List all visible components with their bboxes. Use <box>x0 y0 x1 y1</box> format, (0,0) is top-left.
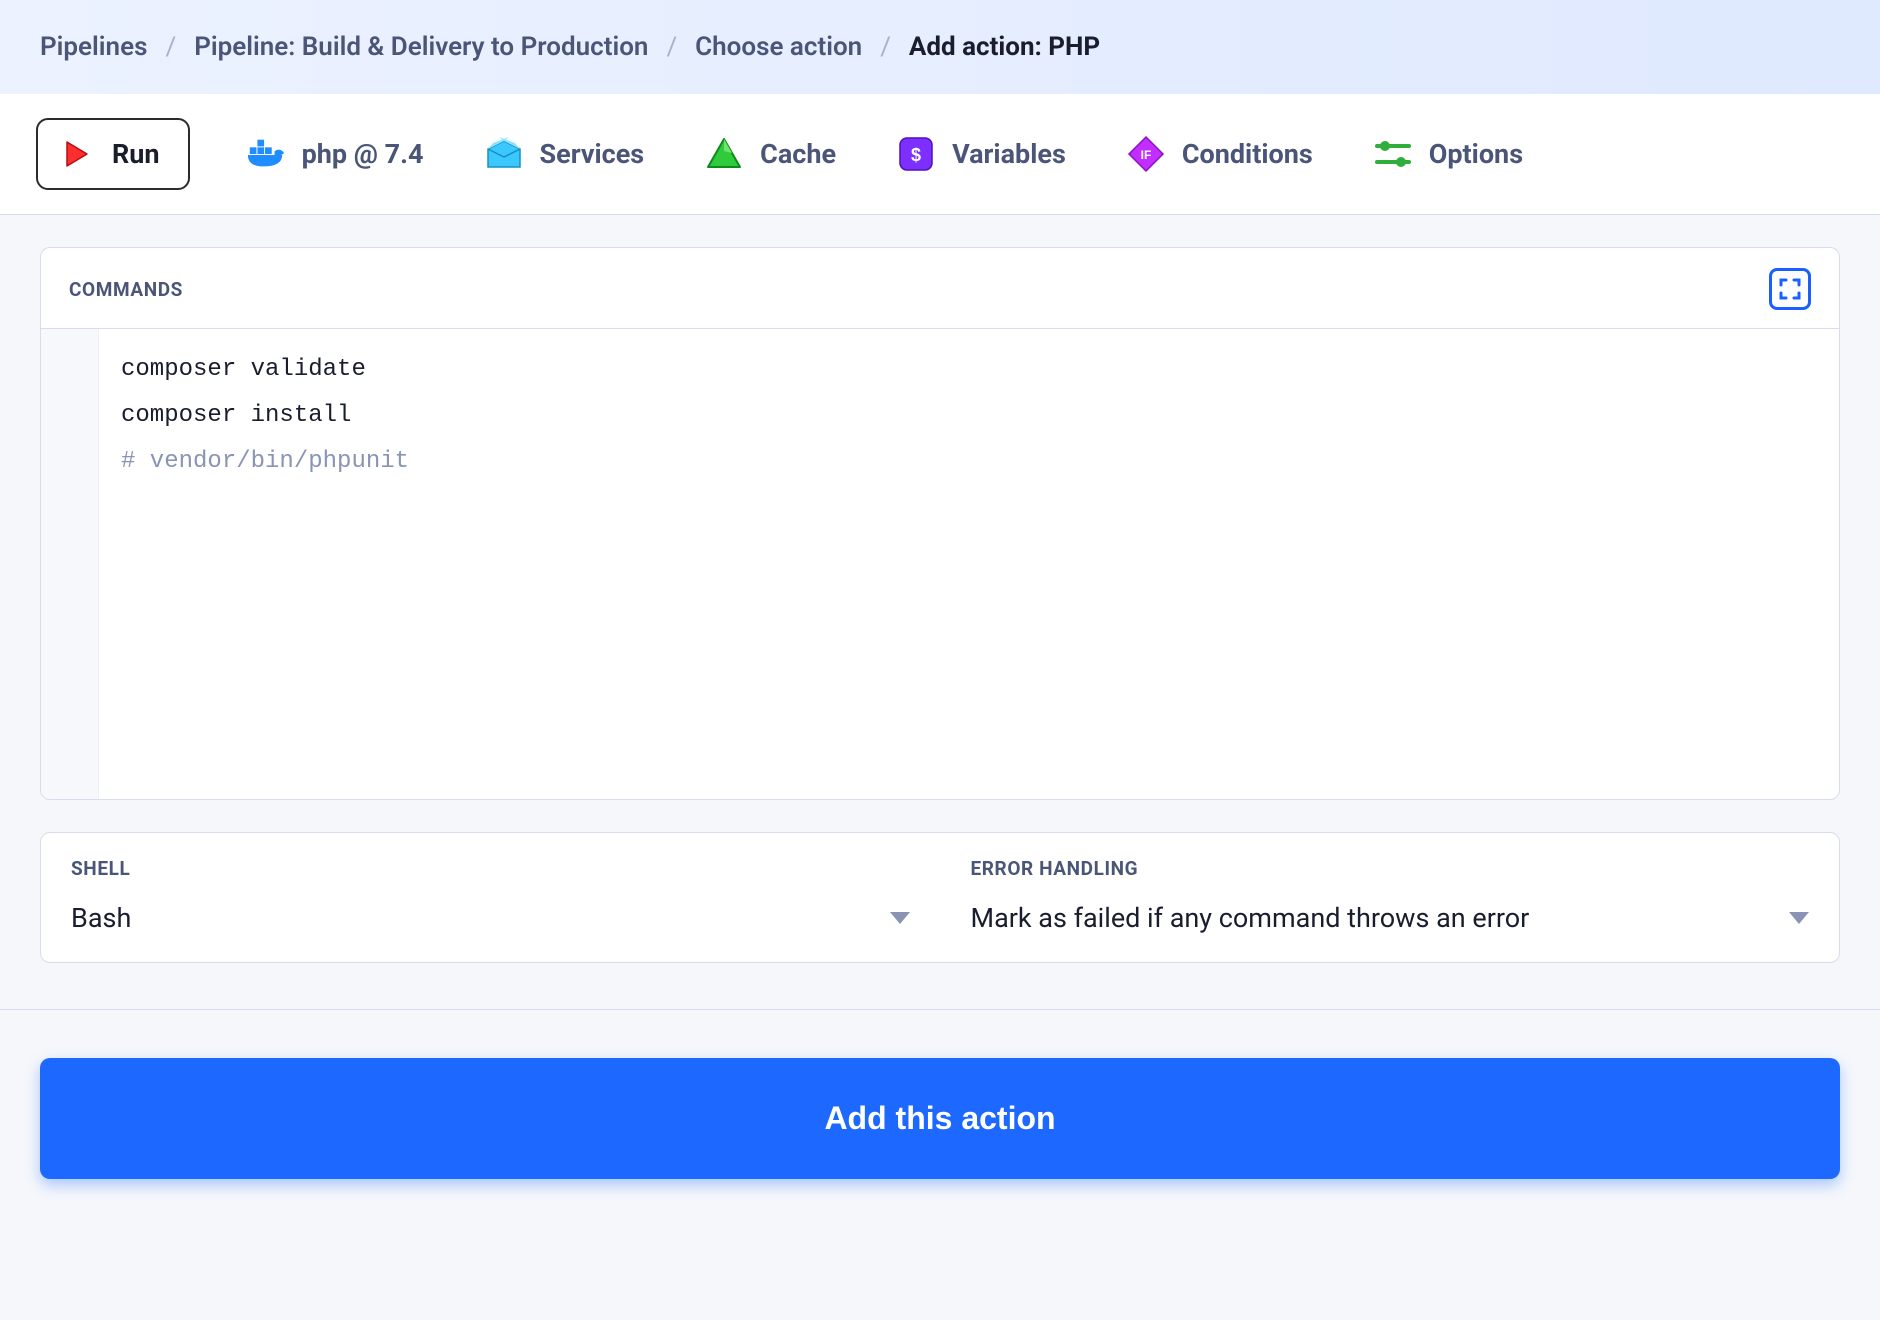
breadcrumb-separator: / <box>165 32 176 62</box>
shell-label: SHELL <box>71 857 910 880</box>
footer: Add this action <box>0 1009 1880 1227</box>
triangle-icon <box>704 134 744 174</box>
breadcrumb-pipelines[interactable]: Pipelines <box>40 32 147 62</box>
tab-options[interactable]: Options <box>1369 130 1527 178</box>
tab-label: Cache <box>760 138 836 170</box>
chevron-down-icon <box>1789 912 1809 924</box>
shell-select[interactable]: Bash <box>71 902 910 934</box>
shell-error-panel: SHELL Bash ERROR HANDLING Mark as failed… <box>40 832 1840 963</box>
commands-label: COMMANDS <box>69 278 183 301</box>
play-icon <box>56 134 96 174</box>
tab-label: Conditions <box>1182 138 1313 170</box>
diamond-if-icon: IF <box>1126 134 1166 174</box>
tab-conditions[interactable]: IF Conditions <box>1122 130 1317 178</box>
tab-label: Options <box>1429 138 1523 170</box>
add-action-button[interactable]: Add this action <box>40 1058 1840 1179</box>
breadcrumb-separator: / <box>666 32 677 62</box>
sliders-icon <box>1373 134 1413 174</box>
dollar-square-icon: $ <box>896 134 936 174</box>
tab-label: Services <box>540 138 645 170</box>
tab-label: Run <box>112 138 160 170</box>
expand-button[interactable] <box>1769 268 1811 310</box>
breadcrumb-separator: / <box>880 32 891 62</box>
breadcrumb-choose-action[interactable]: Choose action <box>695 32 862 62</box>
tab-cache[interactable]: Cache <box>700 130 840 178</box>
tab-variables[interactable]: $ Variables <box>892 130 1070 178</box>
error-handling-label: ERROR HANDLING <box>971 857 1810 880</box>
breadcrumb: Pipelines / Pipeline: Build & Delivery t… <box>0 0 1880 94</box>
shell-value: Bash <box>71 902 131 934</box>
commands-editor[interactable]: composer validate composer install # ven… <box>41 329 1839 799</box>
error-handling-value: Mark as failed if any command throws an … <box>971 902 1530 934</box>
tab-php[interactable]: php @ 7.4 <box>242 130 428 178</box>
editor-gutter <box>41 329 99 799</box>
error-handling-select[interactable]: Mark as failed if any command throws an … <box>971 902 1810 934</box>
tabs-row: Run php @ 7.4 Services <box>0 94 1880 215</box>
commands-panel: COMMANDS composer validate composer inst… <box>40 247 1840 800</box>
breadcrumb-pipeline[interactable]: Pipeline: Build & Delivery to Production <box>194 32 648 62</box>
chevron-down-icon <box>890 912 910 924</box>
breadcrumb-current: Add action: PHP <box>909 32 1100 62</box>
docker-icon <box>246 134 286 174</box>
svg-text:IF: IF <box>1140 148 1151 162</box>
tab-label: php @ 7.4 <box>302 138 424 170</box>
editor-content: composer validate composer install # ven… <box>99 329 431 799</box>
svg-text:$: $ <box>911 145 921 165</box>
tab-services[interactable]: Services <box>480 130 649 178</box>
tab-label: Variables <box>952 138 1066 170</box>
tab-run[interactable]: Run <box>36 118 190 190</box>
box-icon <box>484 134 524 174</box>
expand-icon <box>1779 278 1801 300</box>
